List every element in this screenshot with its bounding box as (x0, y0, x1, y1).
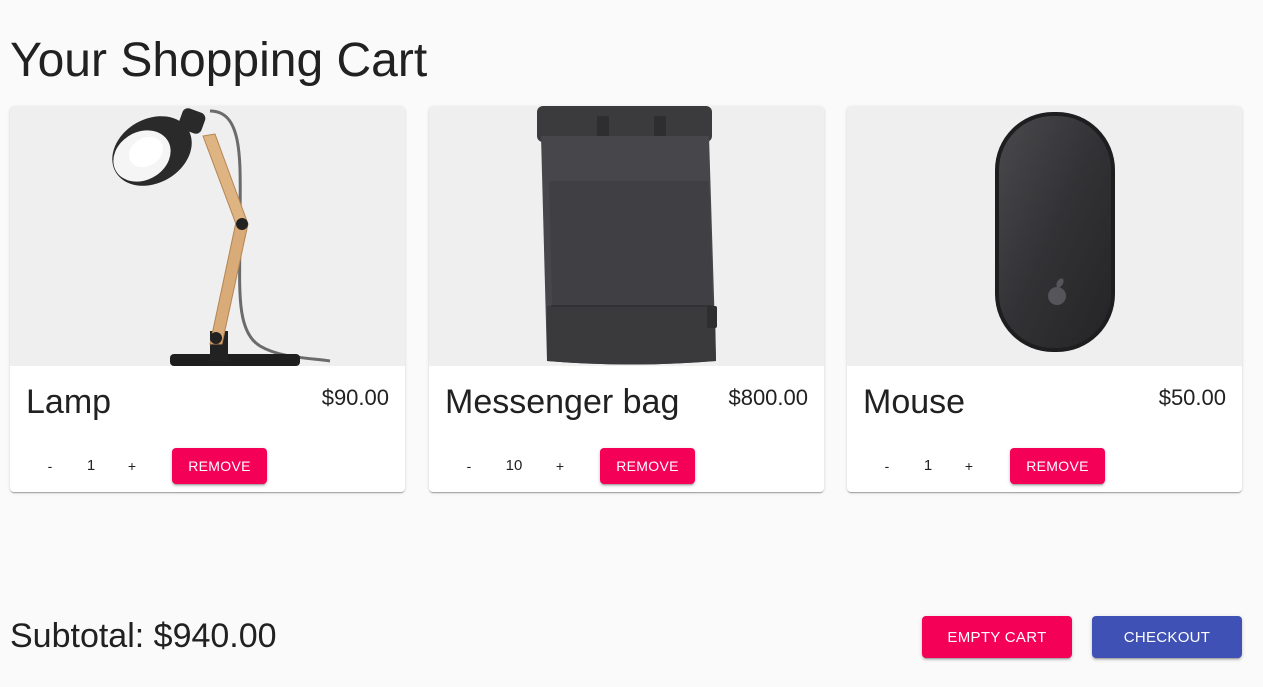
increase-quantity-button[interactable]: + (540, 448, 580, 484)
subtotal-text: Subtotal: $940.00 (10, 617, 277, 655)
decrease-quantity-button[interactable]: - (449, 448, 489, 484)
increase-quantity-button[interactable]: + (112, 448, 152, 484)
remove-item-button[interactable]: REMOVE (600, 448, 695, 484)
quantity-value: 10 (505, 457, 523, 474)
cart-item-card-lamp: Lamp $90.00 - 1 + REMOVE (10, 106, 405, 492)
quantity-value: 1 (923, 457, 933, 474)
cart-item-card-messenger-bag: Messenger bag $800.00 - 10 + REMOVE (429, 106, 824, 492)
backpack-image (429, 106, 824, 366)
remove-item-button[interactable]: REMOVE (172, 448, 267, 484)
increase-quantity-button[interactable]: + (949, 448, 989, 484)
quantity-value: 1 (86, 457, 96, 474)
decrease-quantity-button[interactable]: - (867, 448, 907, 484)
mouse-image (847, 106, 1242, 366)
cart-item-card-mouse: Mouse $50.00 - 1 + REMOVE (847, 106, 1242, 492)
empty-cart-button[interactable]: EMPTY CART (922, 616, 1072, 658)
lamp-image (10, 106, 405, 366)
item-name: Mouse (863, 383, 966, 421)
remove-item-button[interactable]: REMOVE (1010, 448, 1105, 484)
item-name: Messenger bag (445, 383, 680, 421)
item-name: Lamp (26, 383, 112, 421)
shopping-cart-page: Your Shopping Cart Lamp $90.00 - 1 + REM… (0, 0, 1263, 687)
page-title: Your Shopping Cart (10, 34, 428, 87)
decrease-quantity-button[interactable]: - (30, 448, 70, 484)
item-price: $50.00 (1158, 385, 1226, 410)
checkout-button[interactable]: CHECKOUT (1092, 616, 1242, 658)
item-price: $800.00 (728, 385, 808, 410)
item-price: $90.00 (321, 385, 389, 410)
